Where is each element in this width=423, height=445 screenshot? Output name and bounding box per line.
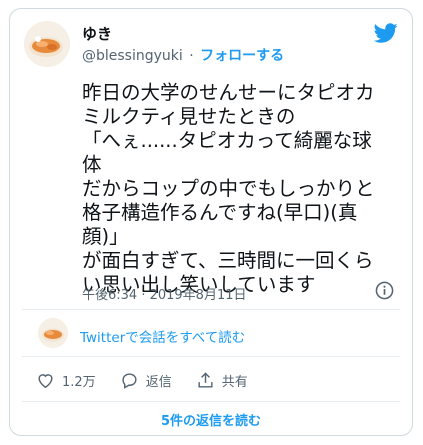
avatar[interactable] bbox=[24, 21, 70, 67]
read-conversation-link[interactable]: Twitterで会話をすべて読む bbox=[80, 326, 245, 346]
user-name[interactable]: ゆき bbox=[82, 23, 112, 44]
share-icon bbox=[198, 371, 213, 388]
like-button[interactable]: 1.2万 bbox=[36, 371, 96, 390]
separator: · bbox=[189, 48, 194, 64]
user-handle[interactable]: @blessingyuki bbox=[82, 48, 183, 64]
like-count: 1.2万 bbox=[62, 374, 96, 390]
read-replies-button[interactable]: 5件の返信を読む bbox=[24, 407, 398, 431]
reply-bubble-icon bbox=[122, 372, 137, 389]
divider bbox=[22, 356, 400, 357]
heart-icon bbox=[38, 373, 53, 388]
tweet-text: 昨日の大学のせんせーにタピオカ ミルクティ見せたときの 「へぇ......タピオ… bbox=[82, 81, 375, 296]
share-label: 共有 bbox=[221, 374, 248, 390]
tweet-timestamp[interactable]: 午後6:34 · 2019年8月11日 bbox=[82, 284, 247, 303]
divider bbox=[22, 401, 400, 402]
tweet-card: ゆき @blessingyuki · フォローする 昨日の大学のせんせーにタピオ… bbox=[9, 8, 413, 436]
reply-label: 返信 bbox=[145, 374, 172, 390]
info-icon[interactable] bbox=[375, 281, 394, 300]
handle-row: @blessingyuki · フォローする bbox=[82, 45, 284, 65]
divider bbox=[22, 309, 400, 310]
conversation-avatar bbox=[38, 318, 68, 348]
share-button[interactable]: 共有 bbox=[196, 371, 248, 390]
action-bar: 1.2万 返信 共有 bbox=[36, 370, 272, 390]
twitter-bird-icon[interactable] bbox=[374, 21, 398, 45]
reply-button[interactable]: 返信 bbox=[120, 371, 172, 390]
follow-button[interactable]: フォローする bbox=[200, 48, 284, 64]
